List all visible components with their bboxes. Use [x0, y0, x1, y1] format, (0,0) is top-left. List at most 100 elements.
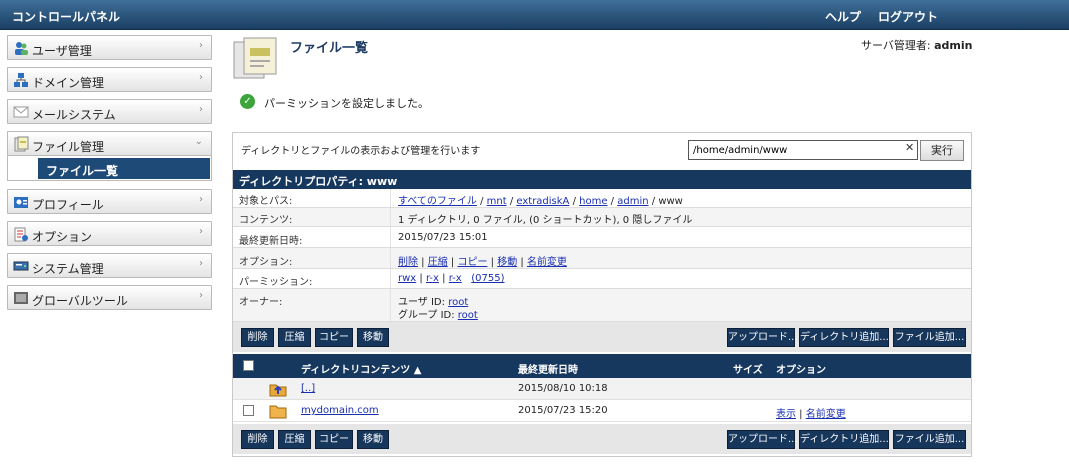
path-link-home[interactable]: home	[579, 196, 607, 207]
column-modified-header[interactable]: 最終更新日時	[518, 361, 578, 376]
parent-directory-link[interactable]: [..]	[301, 383, 315, 394]
option-move-link[interactable]: 移動	[497, 257, 517, 268]
prop-label: コンテンツ:	[239, 215, 293, 226]
permission-octal-link[interactable]: (0755)	[471, 273, 504, 284]
move-button[interactable]: 移動	[357, 430, 389, 449]
sidebar-item-label: ファイル管理	[32, 140, 105, 154]
chevron-right-icon: ›	[199, 226, 203, 237]
logout-link[interactable]: ログアウト	[878, 8, 938, 25]
sidebar-item-label: グローバルツール	[32, 294, 128, 308]
mail-icon	[13, 106, 29, 118]
profile-icon	[14, 197, 28, 208]
admin-name: admin	[934, 39, 973, 52]
sidebar-item-label: オプション	[32, 230, 93, 244]
copy-button[interactable]: コピー	[315, 328, 353, 347]
prop-value: 1 ディレクトリ, 0 ファイル, (0 ショートカット), 0 隠しファイル	[398, 215, 693, 226]
option-delete-link[interactable]: 削除	[398, 257, 418, 268]
prop-row-owner: オーナー: ユーザ ID: root グループ ID: root	[233, 289, 971, 322]
compress-button[interactable]: 圧縮	[278, 430, 311, 449]
check-icon: ✓	[240, 94, 255, 109]
sidebar-item-files[interactable]: ファイル管理 ⌄	[7, 131, 212, 156]
prop-label: 対象とパス:	[239, 196, 293, 207]
path-link-mnt[interactable]: mnt	[487, 196, 507, 207]
rename-link[interactable]: 名前変更	[806, 409, 846, 420]
move-button[interactable]: 移動	[357, 328, 389, 347]
permission-other-link[interactable]: r-x	[449, 273, 462, 284]
action-toolbar-bottom: 削除 圧縮 コピー 移動 アップロード... ディレクトリ追加... ファイル追…	[233, 424, 971, 454]
column-options-header: オプション	[776, 365, 826, 376]
copy-button[interactable]: コピー	[315, 430, 353, 449]
path-current: www	[658, 196, 683, 207]
sort-ascending-icon: ▲	[413, 365, 422, 376]
folder-link[interactable]: mydomain.com	[301, 405, 379, 416]
chevron-down-icon: ⌄	[194, 136, 203, 147]
sidebar: ユーザ管理 › ドメイン管理 › メールシステム › ファイル管理 ⌄ ファイル…	[7, 35, 212, 317]
add-directory-button[interactable]: ディレクトリ追加...	[799, 430, 889, 449]
exec-button[interactable]: 実行	[920, 140, 964, 161]
upload-button[interactable]: アップロード...	[727, 430, 798, 449]
prop-row-modified: 最終更新日時: 2015/07/23 15:01	[233, 227, 971, 248]
compress-button[interactable]: 圧縮	[278, 328, 311, 347]
permission-group-link[interactable]: r-x	[426, 273, 439, 284]
sidebar-item-domain[interactable]: ドメイン管理 ›	[7, 67, 212, 92]
option-copy-link[interactable]: コピー	[457, 257, 487, 268]
file-list-page-icon	[233, 37, 277, 79]
column-name-header[interactable]: ディレクトリコンテンツ ▲	[301, 361, 422, 376]
file-manager-panel: ディレクトリとファイルの表示および管理を行います ✕ 実行 ディレクトリプロパテ…	[232, 132, 972, 457]
sidebar-item-label: プロフィール	[32, 198, 104, 212]
sidebar-item-system[interactable]: システム管理 ›	[7, 253, 212, 278]
admin-prefix: サーバ管理者:	[861, 39, 935, 52]
clear-icon[interactable]: ✕	[905, 141, 914, 154]
add-file-button[interactable]: ファイル追加...	[893, 430, 966, 449]
sidebar-subitem-label: ファイル一覧	[46, 164, 119, 178]
files-icon	[14, 136, 29, 152]
help-link[interactable]: ヘルプ	[825, 8, 861, 25]
delete-button[interactable]: 削除	[241, 328, 274, 347]
sidebar-item-users[interactable]: ユーザ管理 ›	[7, 35, 212, 60]
action-toolbar-top: 削除 圧縮 コピー 移動 アップロード... ディレクトリ追加... ファイル追…	[233, 322, 971, 352]
app-title: コントロールパネル	[12, 10, 121, 24]
option-compress-link[interactable]: 圧縮	[428, 257, 448, 268]
chevron-right-icon: ›	[199, 290, 203, 301]
parent-folder-icon	[269, 384, 287, 397]
row-modified: 2015/08/10 10:18	[518, 383, 608, 394]
prop-label: オーナー:	[239, 297, 283, 308]
panel-description: ディレクトリとファイルの表示および管理を行います	[241, 146, 481, 157]
prop-row-options: オプション: 削除 | 圧縮 | コピー | 移動 | 名前変更	[233, 248, 971, 269]
prop-label: オプション:	[239, 257, 293, 268]
path-link-all[interactable]: すべてのファイル	[398, 196, 477, 207]
sidebar-item-mail[interactable]: メールシステム ›	[7, 99, 212, 124]
sidebar-item-global-tools[interactable]: グローバルツール ›	[7, 285, 212, 310]
chevron-right-icon: ›	[199, 258, 203, 269]
chevron-right-icon: ›	[199, 72, 203, 83]
path-breadcrumb: すべてのファイル / mnt / extradiskA / home / adm…	[398, 196, 683, 207]
path-link-extradisk[interactable]: extradiskA	[516, 196, 569, 207]
directory-properties-header: ディレクトリプロパティ: www	[233, 170, 971, 189]
row-options: 表示 | 名前変更	[776, 409, 846, 420]
add-directory-button[interactable]: ディレクトリ追加...	[799, 328, 889, 347]
sidebar-item-profile[interactable]: プロフィール ›	[7, 189, 212, 214]
list-row-item: mydomain.com 2015/07/23 15:20 表示 | 名前変更	[233, 400, 971, 422]
permission-owner-link[interactable]: rwx	[398, 273, 416, 284]
prop-row-contents: コンテンツ: 1 ディレクトリ, 0 ファイル, (0 ショートカット), 0 …	[233, 208, 971, 227]
path-link-admin[interactable]: admin	[617, 196, 648, 207]
select-all-checkbox[interactable]	[243, 360, 254, 371]
owner-group-link[interactable]: root	[458, 310, 478, 321]
view-link[interactable]: 表示	[776, 409, 796, 420]
top-bar: コントロールパネル ヘルプ ログアウト	[0, 0, 1069, 30]
chevron-right-icon: ›	[199, 194, 203, 205]
add-file-button[interactable]: ファイル追加...	[893, 328, 966, 347]
sidebar-item-options[interactable]: オプション ›	[7, 221, 212, 246]
sidebar-subitem-file-list[interactable]: ファイル一覧	[38, 158, 210, 179]
server-icon	[13, 261, 29, 271]
option-rename-link[interactable]: 名前変更	[527, 257, 567, 268]
row-checkbox[interactable]	[243, 405, 254, 416]
options-icon	[14, 227, 28, 242]
folder-icon	[269, 405, 287, 419]
delete-button[interactable]: 削除	[241, 430, 274, 449]
permission-links: rwx | r-x | r-x (0755)	[398, 273, 505, 284]
page-title: ファイル一覧	[290, 41, 369, 56]
owner-group: グループ ID: root	[398, 310, 478, 321]
upload-button[interactable]: アップロード...	[727, 328, 798, 347]
path-input[interactable]	[688, 140, 918, 160]
